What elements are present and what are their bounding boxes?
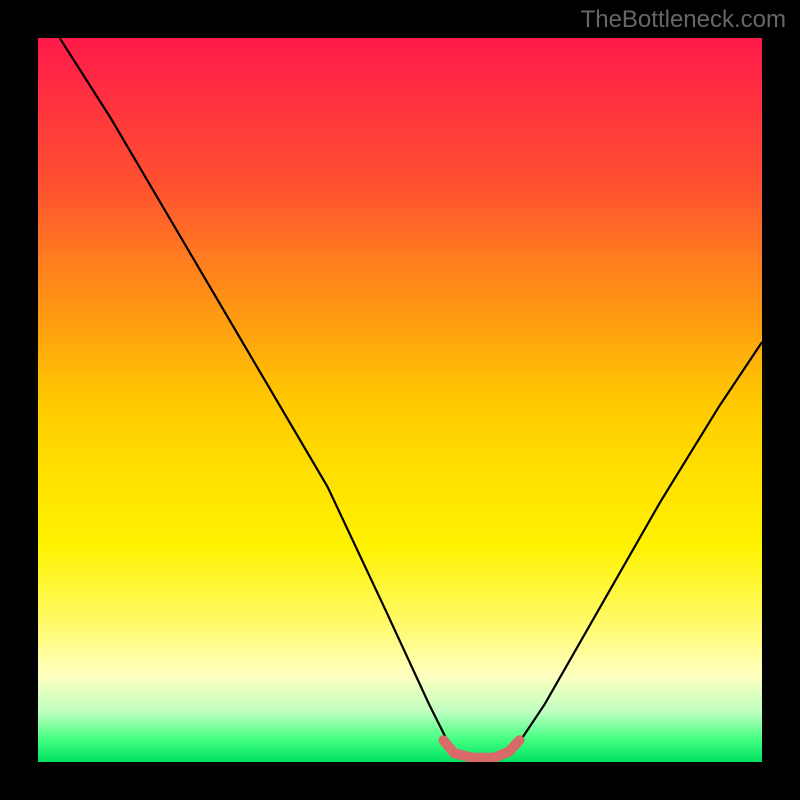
watermark-text: TheBottleneck.com [581, 6, 786, 34]
valley-highlight [443, 740, 519, 757]
curve-right [516, 342, 762, 747]
curve-left [60, 38, 451, 748]
plot-area [38, 38, 762, 762]
chart-svg [38, 38, 762, 762]
